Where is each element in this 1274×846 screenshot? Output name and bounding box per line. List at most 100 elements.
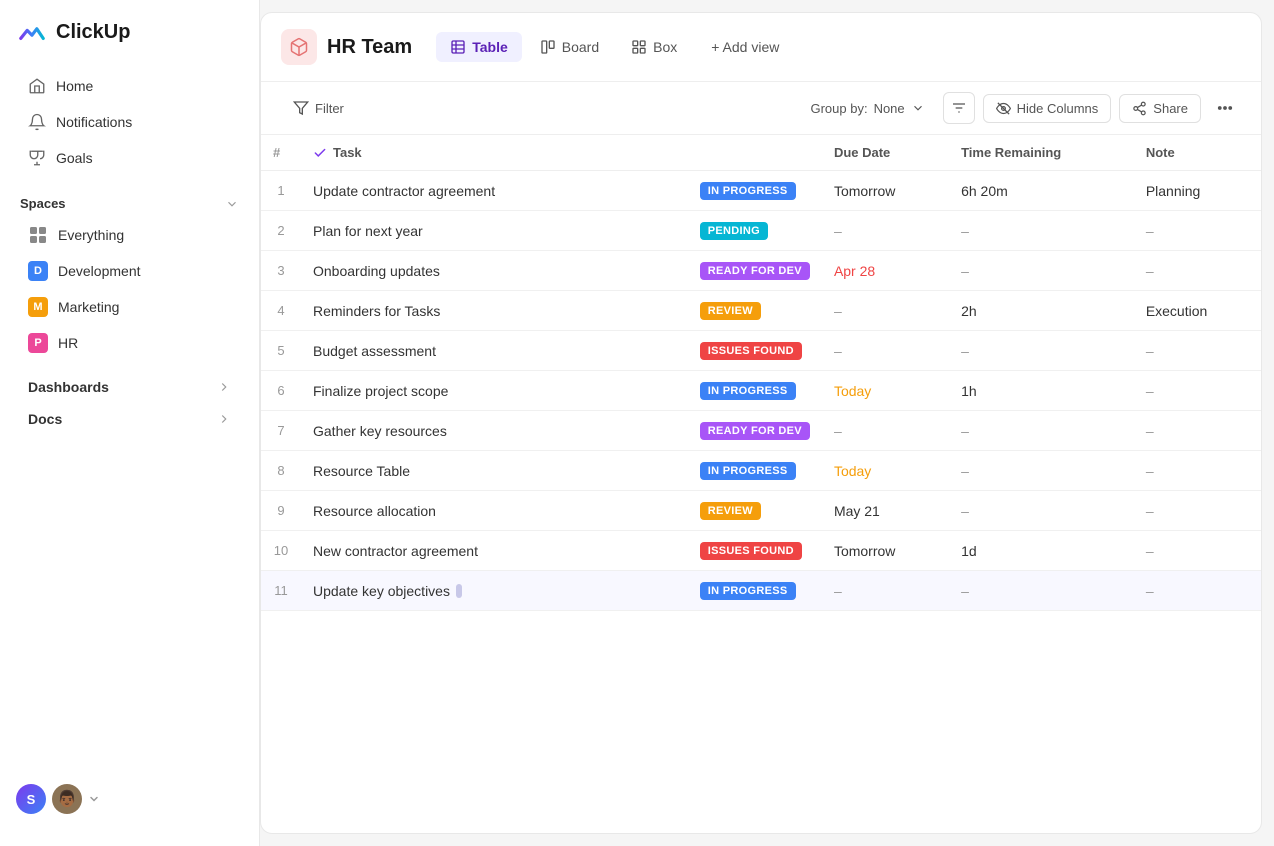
tab-table[interactable]: Table (436, 32, 522, 62)
row-num: 7 (261, 411, 301, 451)
share-button[interactable]: Share (1119, 94, 1201, 123)
toolbar-right: Group by: None Hide Col (800, 92, 1241, 124)
sidebar-notifications-label: Notifications (56, 114, 132, 130)
col-header-status (688, 135, 822, 171)
hide-columns-button[interactable]: Hide Columns (983, 94, 1112, 123)
status-badge: IN PROGRESS (700, 182, 796, 200)
row-num: 2 (261, 211, 301, 251)
share-icon (1132, 101, 1147, 116)
row-time-remaining: 1d (949, 531, 1134, 571)
board-icon (540, 39, 556, 55)
user-avatar-s: S (16, 784, 46, 814)
sidebar-item-notifications[interactable]: Notifications (8, 104, 251, 140)
sidebar-item-everything[interactable]: Everything (8, 217, 251, 253)
sidebar-marketing-label: Marketing (58, 299, 119, 315)
row-time-remaining: – (949, 331, 1134, 371)
row-status: IN PROGRESS (688, 171, 822, 211)
everything-grid-icon (28, 225, 48, 245)
dashboards-label: Dashboards (28, 379, 207, 395)
table-row[interactable]: 7 Gather key resources READY FOR DEV – –… (261, 411, 1261, 451)
table-icon (450, 39, 466, 55)
status-badge: ISSUES FOUND (700, 342, 802, 360)
sidebar-item-home[interactable]: Home (8, 68, 251, 104)
table-row[interactable]: 9 Resource allocation REVIEW May 21 – – (261, 491, 1261, 531)
row-status: REVIEW (688, 491, 822, 531)
row-note: – (1134, 531, 1261, 571)
user-dropdown-icon (88, 793, 100, 805)
row-note: – (1134, 491, 1261, 531)
table-row[interactable]: 8 Resource Table IN PROGRESS Today – – (261, 451, 1261, 491)
col-header-task[interactable]: Task (301, 135, 688, 171)
col-header-note[interactable]: Note (1134, 135, 1261, 171)
clickup-logo-icon (16, 16, 48, 48)
table-row[interactable]: 3 Onboarding updates READY FOR DEV Apr 2… (261, 251, 1261, 291)
row-task: Resource allocation (301, 491, 688, 531)
row-due-date: Today (822, 371, 949, 411)
filter-button[interactable]: Filter (281, 94, 356, 122)
sort-button[interactable] (943, 92, 975, 124)
row-num: 10 (261, 531, 301, 571)
filter-icon (293, 100, 309, 116)
workspace-icon (281, 29, 317, 65)
table-row[interactable]: 6 Finalize project scope IN PROGRESS Tod… (261, 371, 1261, 411)
col-header-due-date[interactable]: Due Date (822, 135, 949, 171)
row-task: Plan for next year (301, 211, 688, 251)
group-by-chevron-icon (911, 101, 925, 115)
status-badge: IN PROGRESS (700, 382, 796, 400)
table-row[interactable]: 4 Reminders for Tasks REVIEW – 2h Execut… (261, 291, 1261, 331)
sidebar-item-dashboards[interactable]: Dashboards (8, 371, 251, 403)
status-badge: ISSUES FOUND (700, 542, 802, 560)
row-due-date: Tomorrow (822, 531, 949, 571)
group-by-control[interactable]: Group by: None (800, 95, 934, 122)
table-row[interactable]: 2 Plan for next year PENDING – – – (261, 211, 1261, 251)
status-badge: READY FOR DEV (700, 422, 810, 440)
sidebar-item-docs[interactable]: Docs (8, 403, 251, 435)
logo-area: ClickUp (0, 16, 259, 68)
row-task: Reminders for Tasks (301, 291, 688, 331)
table-row[interactable]: 1 Update contractor agreement IN PROGRES… (261, 171, 1261, 211)
row-task: Budget assessment (301, 331, 688, 371)
row-status: IN PROGRESS (688, 571, 822, 611)
trophy-icon (28, 149, 46, 167)
resize-handle[interactable] (456, 584, 462, 598)
status-badge: IN PROGRESS (700, 462, 796, 480)
row-task: New contractor agreement (301, 531, 688, 571)
row-status: ISSUES FOUND (688, 531, 822, 571)
add-view-button[interactable]: + Add view (699, 32, 791, 62)
sidebar-item-hr[interactable]: P HR (8, 325, 251, 361)
spaces-section-header[interactable]: Spaces (0, 186, 259, 217)
dashboards-chevron-icon (217, 380, 231, 394)
row-num: 3 (261, 251, 301, 291)
task-table: # Task Due Date Time Remaining Note (261, 135, 1261, 611)
sidebar-development-label: Development (58, 263, 141, 279)
more-options-button[interactable] (1209, 92, 1241, 124)
task-table-container: # Task Due Date Time Remaining Note (261, 135, 1261, 833)
row-note: Execution (1134, 291, 1261, 331)
row-num: 4 (261, 291, 301, 331)
box-icon (631, 39, 647, 55)
tab-box[interactable]: Box (617, 32, 691, 62)
row-time-remaining: – (949, 491, 1134, 531)
row-task: Update key objectives (301, 571, 688, 611)
table-row[interactable]: 10 New contractor agreement ISSUES FOUND… (261, 531, 1261, 571)
col-header-time-remaining[interactable]: Time Remaining (949, 135, 1134, 171)
table-row[interactable]: 5 Budget assessment ISSUES FOUND – – – (261, 331, 1261, 371)
row-time-remaining: – (949, 211, 1134, 251)
status-badge: IN PROGRESS (700, 582, 796, 600)
user-profile-area[interactable]: S 👨🏾 (0, 768, 259, 830)
sidebar-item-development[interactable]: D Development (8, 253, 251, 289)
row-due-date: – (822, 211, 949, 251)
row-task: Resource Table (301, 451, 688, 491)
table-row[interactable]: 11 Update key objectives IN PROGRESS – –… (261, 571, 1261, 611)
row-num: 9 (261, 491, 301, 531)
row-due-date: – (822, 571, 949, 611)
sidebar-item-marketing[interactable]: M Marketing (8, 289, 251, 325)
sidebar: ClickUp Home Notifications Goals Spaces (0, 0, 260, 846)
sidebar-item-goals[interactable]: Goals (8, 140, 251, 176)
hr-avatar: P (28, 333, 48, 353)
tab-board[interactable]: Board (526, 32, 613, 62)
row-task: Gather key resources (301, 411, 688, 451)
sort-icon (951, 100, 967, 116)
status-badge: PENDING (700, 222, 768, 240)
docs-label: Docs (28, 411, 207, 427)
